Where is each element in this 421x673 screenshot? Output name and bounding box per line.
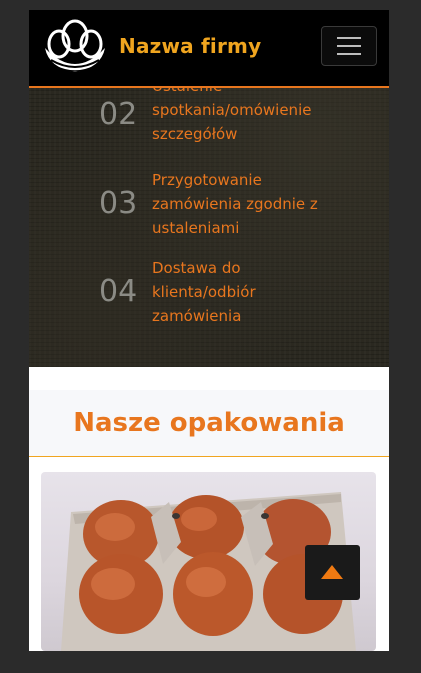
caret-up-icon — [321, 565, 343, 579]
egg-nest-logo[interactable] — [41, 16, 109, 78]
hamburger-icon-line — [337, 45, 361, 47]
process-section: 02 Ustalenie spotkania/omówienie szczegó… — [29, 88, 389, 367]
scroll-to-top-button[interactable] — [305, 545, 360, 600]
step-text: Przygotowanie zamówienia zgodnie z ustal… — [152, 171, 318, 237]
step-text: Dostawa do klienta/odbiór zamówienia — [152, 259, 256, 325]
hamburger-icon — [337, 37, 361, 39]
menu-toggle-button[interactable] — [321, 26, 377, 66]
section-title: Nasze opakowania — [73, 408, 345, 438]
phone-viewport: Nazwa firmy 02 Ustalenie spotkania/omówi… — [29, 10, 389, 651]
step-number: 03 — [99, 186, 138, 221]
packaging-header: Nasze opakowania — [29, 390, 389, 457]
step-text: Ustalenie spotkania/omówienie szczegółów — [152, 88, 312, 143]
brand-name[interactable]: Nazwa firmy — [119, 34, 261, 58]
step-number: 04 — [99, 274, 138, 309]
step-number: 02 — [99, 97, 138, 132]
hamburger-icon-line — [337, 53, 361, 55]
navbar: Nazwa firmy — [29, 10, 389, 88]
